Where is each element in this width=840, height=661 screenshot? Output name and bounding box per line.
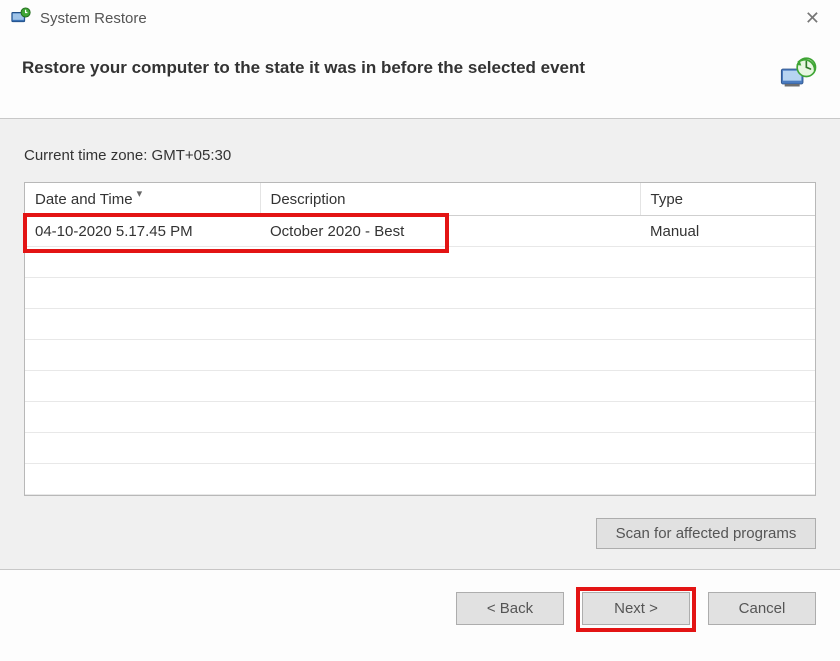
body-area: Current time zone: GMT+05:30 Date and Ti… — [0, 119, 840, 569]
table-row — [25, 371, 815, 402]
back-button[interactable]: < Back — [456, 592, 564, 625]
restore-points-table: Date and Time ▾ Description Type 04-10-2… — [24, 182, 816, 496]
sort-descending-icon: ▾ — [137, 187, 143, 200]
system-restore-icon — [10, 7, 32, 29]
col-date[interactable]: Date and Time ▾ — [25, 183, 260, 216]
cell-date: 04-10-2020 5.17.45 PM — [25, 216, 260, 247]
next-button[interactable]: Next > — [582, 592, 690, 625]
title-bar: System Restore ✕ — [0, 0, 840, 36]
col-type[interactable]: Type — [640, 183, 815, 216]
table-row — [25, 278, 815, 309]
timezone-label: Current time zone: GMT+05:30 — [24, 147, 816, 164]
table-row — [25, 309, 815, 340]
col-date-label: Date and Time — [35, 191, 133, 208]
page-title: Restore your computer to the state it wa… — [22, 58, 778, 78]
header-area: Restore your computer to the state it wa… — [0, 36, 840, 118]
col-type-label: Type — [651, 191, 684, 208]
table-row — [25, 464, 815, 495]
restore-clock-icon — [778, 54, 818, 94]
window-title: System Restore — [40, 10, 147, 27]
close-icon[interactable]: ✕ — [799, 6, 826, 31]
col-description-label: Description — [271, 191, 346, 208]
table-row — [25, 433, 815, 464]
wizard-footer: < Back Next > Cancel — [0, 569, 840, 647]
table-row — [25, 247, 815, 278]
table-row[interactable]: 04-10-2020 5.17.45 PM October 2020 - Bes… — [25, 216, 815, 247]
cell-type: Manual — [640, 216, 815, 247]
cell-description: October 2020 - Best — [260, 216, 640, 247]
table-row — [25, 402, 815, 433]
cancel-button[interactable]: Cancel — [708, 592, 816, 625]
table-row — [25, 340, 815, 371]
table-header: Date and Time ▾ Description Type — [25, 183, 815, 216]
col-description[interactable]: Description — [260, 183, 640, 216]
scan-affected-button[interactable]: Scan for affected programs — [596, 518, 816, 549]
